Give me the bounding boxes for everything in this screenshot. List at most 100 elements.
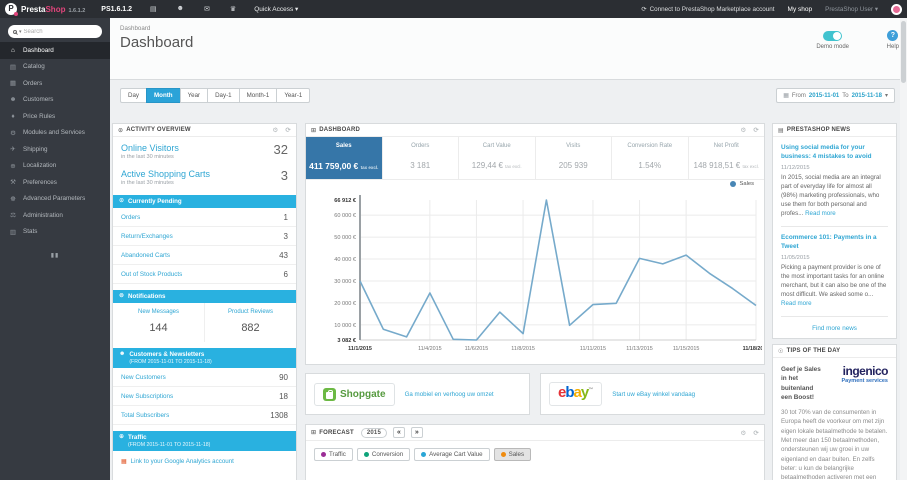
active-carts-sub: in the last 30 minutes (121, 180, 174, 186)
scrollbar-thumb[interactable] (901, 21, 906, 83)
customers-row-new-customers[interactable]: New Customers 90 (113, 368, 296, 387)
online-visitors-value: 32 (273, 142, 288, 157)
kpi-value: 1.54% (638, 161, 662, 170)
news-article-excerpt: Picking a payment provider is one of the… (781, 264, 888, 309)
sidebar-item-shipping[interactable]: ✈ Shipping (0, 141, 110, 158)
avatar[interactable] (891, 3, 902, 15)
sidebar-item-catalog[interactable]: ▤ Catalog (0, 59, 110, 76)
sidebar-item-advanced-parameters[interactable]: ☸ Advanced Parameters (0, 191, 110, 208)
search-input[interactable] (23, 28, 86, 35)
sidebar-item-modules[interactable]: ⚙ Modules and Services (0, 125, 110, 142)
sidebar-item-label: Advanced Parameters (23, 195, 86, 203)
prestashop-logo-icon[interactable]: P (5, 3, 18, 16)
pending-row-orders[interactable]: Orders 1 (113, 208, 296, 227)
forecast-prev-button[interactable]: « (393, 427, 405, 438)
main-header: Dashboard Dashboard Demo mode ? Help (110, 18, 907, 80)
ingenico-logo[interactable]: ingenico Payment services (830, 365, 889, 384)
preset-year-button[interactable]: Year (179, 88, 209, 103)
date-range-picker[interactable]: ▦ From 2015-11-01 To 2015-11-18 ▾ (776, 88, 895, 103)
kpi-label: Net Profit (713, 143, 739, 149)
cell-label: New Messages (137, 309, 179, 315)
pending-row-returns[interactable]: Return/Exchanges 3 (113, 227, 296, 246)
sidebar-item-orders[interactable]: ▦ Orders (0, 75, 110, 92)
refresh-icon[interactable]: ⟳ (753, 429, 759, 437)
activity-panel-title: ACTIVITY OVERVIEW (126, 127, 191, 133)
customers-icon[interactable]: ☻ (177, 5, 184, 13)
ebay-logo[interactable]: ebay™ (549, 382, 603, 406)
sidebar-collapse-icon[interactable]: ▮▮ (0, 252, 110, 259)
svg-text:40 000 €: 40 000 € (334, 257, 357, 263)
product-reviews-cell[interactable]: Product Reviews 882 (204, 303, 296, 342)
sales-chart[interactable]: 66 912 € 60 000 € 50 000 € 40 000 € 30 000 €… (310, 188, 762, 360)
sliders-icon: ☸ (10, 195, 16, 203)
svg-text:11/11/2015: 11/11/2015 (580, 346, 606, 352)
my-shop-link[interactable]: My shop (788, 6, 813, 13)
marketplace-link[interactable]: ⟳ Connect to PrestaShop Marketplace accou… (641, 6, 774, 13)
news-article: Ecommerce 101: Payments in a Tweet 11/05… (781, 234, 888, 309)
sales-metric-button[interactable]: Sales (493, 448, 532, 461)
read-more-link[interactable]: Read more (781, 300, 812, 307)
user-menu[interactable]: PrestaShop User ▾ (825, 6, 878, 13)
cart-icon: ⊞ (311, 430, 317, 436)
preset-day-1-button[interactable]: Day-1 (207, 88, 240, 103)
help-icon[interactable]: ? (887, 30, 899, 41)
kpi-visits[interactable]: Visits 205 939 (536, 137, 612, 179)
shopgate-promo-link[interactable]: Ga mobiel en verhoog uw omzet (405, 391, 494, 398)
active-carts-value: 3 (280, 168, 288, 183)
news-article-title-link[interactable]: Ecommerce 101: Payments in a Tweet (781, 234, 888, 252)
online-visitors-link[interactable]: Online Visitors (121, 143, 288, 153)
sidebar-item-preferences[interactable]: ⚒ Preferences (0, 174, 110, 191)
messages-icon[interactable]: ✉ (204, 5, 210, 13)
refresh-icon[interactable]: ⟳ (753, 126, 759, 134)
preset-day-button[interactable]: Day (120, 88, 148, 103)
traffic-metric-button[interactable]: Traffic (314, 448, 353, 461)
refresh-icon[interactable]: ⟳ (285, 126, 291, 134)
search-scope-caret-icon[interactable]: ▾ (19, 29, 22, 35)
kpi-net-profit[interactable]: Net Profit 148 918,51 € tax excl. (689, 137, 765, 179)
demo-mode-toggle[interactable] (823, 31, 843, 41)
sidebar-item-administration[interactable]: ⚖ Administration (0, 207, 110, 224)
shopgate-logo[interactable]: Shopgate (314, 382, 395, 406)
preset-month-button[interactable]: Month (146, 88, 181, 103)
kpi-conversion-rate[interactable]: Conversion Rate 1.54% (612, 137, 689, 179)
ebay-promo-link[interactable]: Start uw eBay winkel vandaag (612, 391, 695, 398)
gear-icon[interactable]: ⚙ (740, 126, 746, 134)
sidebar-item-label: Preferences (23, 178, 57, 186)
breadcrumb[interactable]: Dashboard (120, 25, 150, 32)
google-analytics-link[interactable]: ▦ Link to your Google Analytics account (113, 451, 296, 472)
find-more-news-link[interactable]: Find more news (781, 325, 888, 332)
kpi-sales[interactable]: Sales 411 759,00 € tax excl. (306, 137, 383, 179)
sidebar-search[interactable]: ▾ (8, 25, 102, 38)
customers-row-total-subscribers[interactable]: Total Subscribers 1308 (113, 406, 296, 425)
active-carts-link[interactable]: Active Shopping Carts (121, 169, 288, 179)
conversion-metric-button[interactable]: Conversion (356, 448, 411, 461)
sidebar-item-stats[interactable]: ▥ Stats (0, 224, 110, 241)
svg-text:66 912 €: 66 912 € (334, 198, 357, 204)
orders-cart-icon[interactable]: ▤ (150, 5, 157, 13)
sidebar-item-price-rules[interactable]: ♦ Price Rules (0, 108, 110, 125)
customers-row-new-subscriptions[interactable]: New Subscriptions 18 (113, 387, 296, 406)
scrollbar-track[interactable] (900, 18, 907, 480)
pending-row-abandoned-carts[interactable]: Abandoned Carts 43 (113, 246, 296, 265)
news-article-title-link[interactable]: Using social media for your business: 4 … (781, 144, 888, 162)
preset-month-1-button[interactable]: Month-1 (238, 88, 278, 103)
gear-icon[interactable]: ⚙ (272, 126, 278, 134)
gear-icon[interactable]: ⚙ (740, 429, 746, 437)
average-cart-value-metric-button[interactable]: Average Cart Value (414, 448, 490, 461)
stats-trophy-icon[interactable]: ♛ (230, 5, 236, 13)
new-messages-cell[interactable]: New Messages 144 (113, 303, 204, 342)
preset-year-1-button[interactable]: Year-1 (276, 88, 311, 103)
svg-text:11/6/2015: 11/6/2015 (465, 346, 489, 352)
quick-access-menu[interactable]: Quick Access ▾ (254, 5, 298, 13)
read-more-link[interactable]: Read more (805, 210, 836, 217)
kpi-cart-value[interactable]: Cart Value 129,44 € tax excl. (459, 137, 536, 179)
kpi-value: 205 939 (558, 161, 588, 170)
sidebar-item-localization[interactable]: ⊕ Localization (0, 158, 110, 175)
sidebar-item-dashboard[interactable]: ⌂ Dashboard (0, 42, 110, 59)
pending-row-out-of-stock[interactable]: Out of Stock Products 6 (113, 265, 296, 284)
brand-wordmark[interactable]: PrestaShop 1.6.1.2 (21, 5, 85, 14)
kpi-orders[interactable]: Orders 3 181 (383, 137, 459, 179)
news-panel-title: PRESTASHOP NEWS (786, 127, 851, 133)
sidebar-item-customers[interactable]: ☻ Customers (0, 92, 110, 109)
forecast-next-button[interactable]: » (410, 427, 423, 438)
